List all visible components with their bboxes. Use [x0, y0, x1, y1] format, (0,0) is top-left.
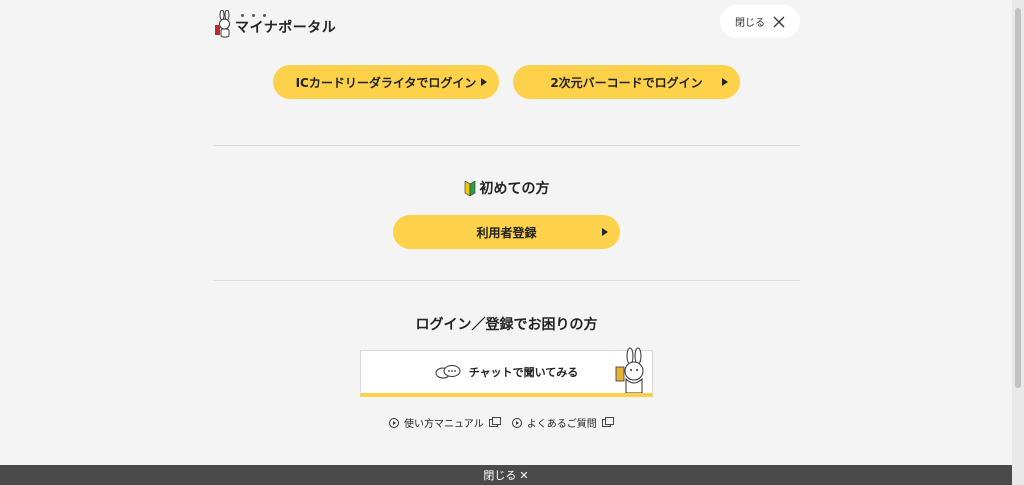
first-time-heading-text: 初めての方 [479, 181, 550, 197]
close-icon [773, 16, 785, 27]
manual-link-label: 使い方マニュアル [404, 419, 484, 430]
help-links: 使い方マニュアル よくあるご質問 [389, 415, 614, 430]
scrollbar[interactable] [1012, 0, 1024, 485]
chat-bubbles-icon [435, 365, 461, 379]
logo-dots [241, 14, 266, 17]
play-circle-icon [389, 417, 399, 428]
chat-button[interactable]: チャットで聞いてみる [360, 347, 653, 397]
qr-code-login-button[interactable]: 2次元バーコードでログイン [513, 65, 740, 99]
help-heading: ログイン／登録でお困りの方 [415, 317, 598, 333]
qr-code-login-label: 2次元バーコードでログイン [550, 75, 703, 90]
logo[interactable]: マイナポータル [213, 8, 336, 38]
play-circle-icon [511, 417, 522, 428]
scrollbar-thumb[interactable] [1015, 8, 1021, 388]
mascot-logo-icon [215, 10, 230, 38]
page: マイナポータル 閉じる ICカードリーダライタでログイン 2次元バーコードでログ… [0, 0, 1024, 485]
divider [213, 145, 800, 146]
register-button[interactable]: 利用者登録 [393, 215, 620, 249]
close-icon: ✕ [519, 468, 529, 482]
external-link-icon [601, 416, 614, 427]
play-arrow-icon [722, 78, 728, 86]
main-content: マイナポータル 閉じる ICカードリーダライタでログイン 2次元バーコードでログ… [213, 0, 800, 465]
play-arrow-icon [602, 228, 608, 236]
register-label: 利用者登録 [476, 225, 537, 240]
bottom-close-bar[interactable]: 閉じる ✕ [0, 465, 1012, 485]
chat-label: チャットで聞いてみる [468, 366, 579, 379]
manual-link[interactable]: 使い方マニュアル [389, 415, 501, 430]
close-button[interactable]: 閉じる [720, 5, 800, 38]
first-time-heading: 初めての方 [213, 178, 800, 198]
divider [213, 280, 800, 281]
ic-card-login-label: ICカードリーダライタでログイン [295, 75, 477, 90]
faq-link[interactable]: よくあるご質問 [511, 415, 614, 430]
ic-card-login-button[interactable]: ICカードリーダライタでログイン [273, 65, 499, 99]
external-link-icon [488, 416, 501, 427]
play-arrow-icon [481, 78, 487, 86]
logo-wordmark: マイナポータル [235, 14, 337, 38]
faq-link-label: よくあるご質問 [526, 419, 597, 430]
logo-text: マイナポータル [235, 20, 337, 36]
mascot-bunny-icon [615, 347, 644, 393]
beginner-mark-icon [464, 180, 475, 196]
close-button-label: 閉じる [735, 18, 765, 29]
bottom-close-label: 閉じる [483, 469, 517, 482]
